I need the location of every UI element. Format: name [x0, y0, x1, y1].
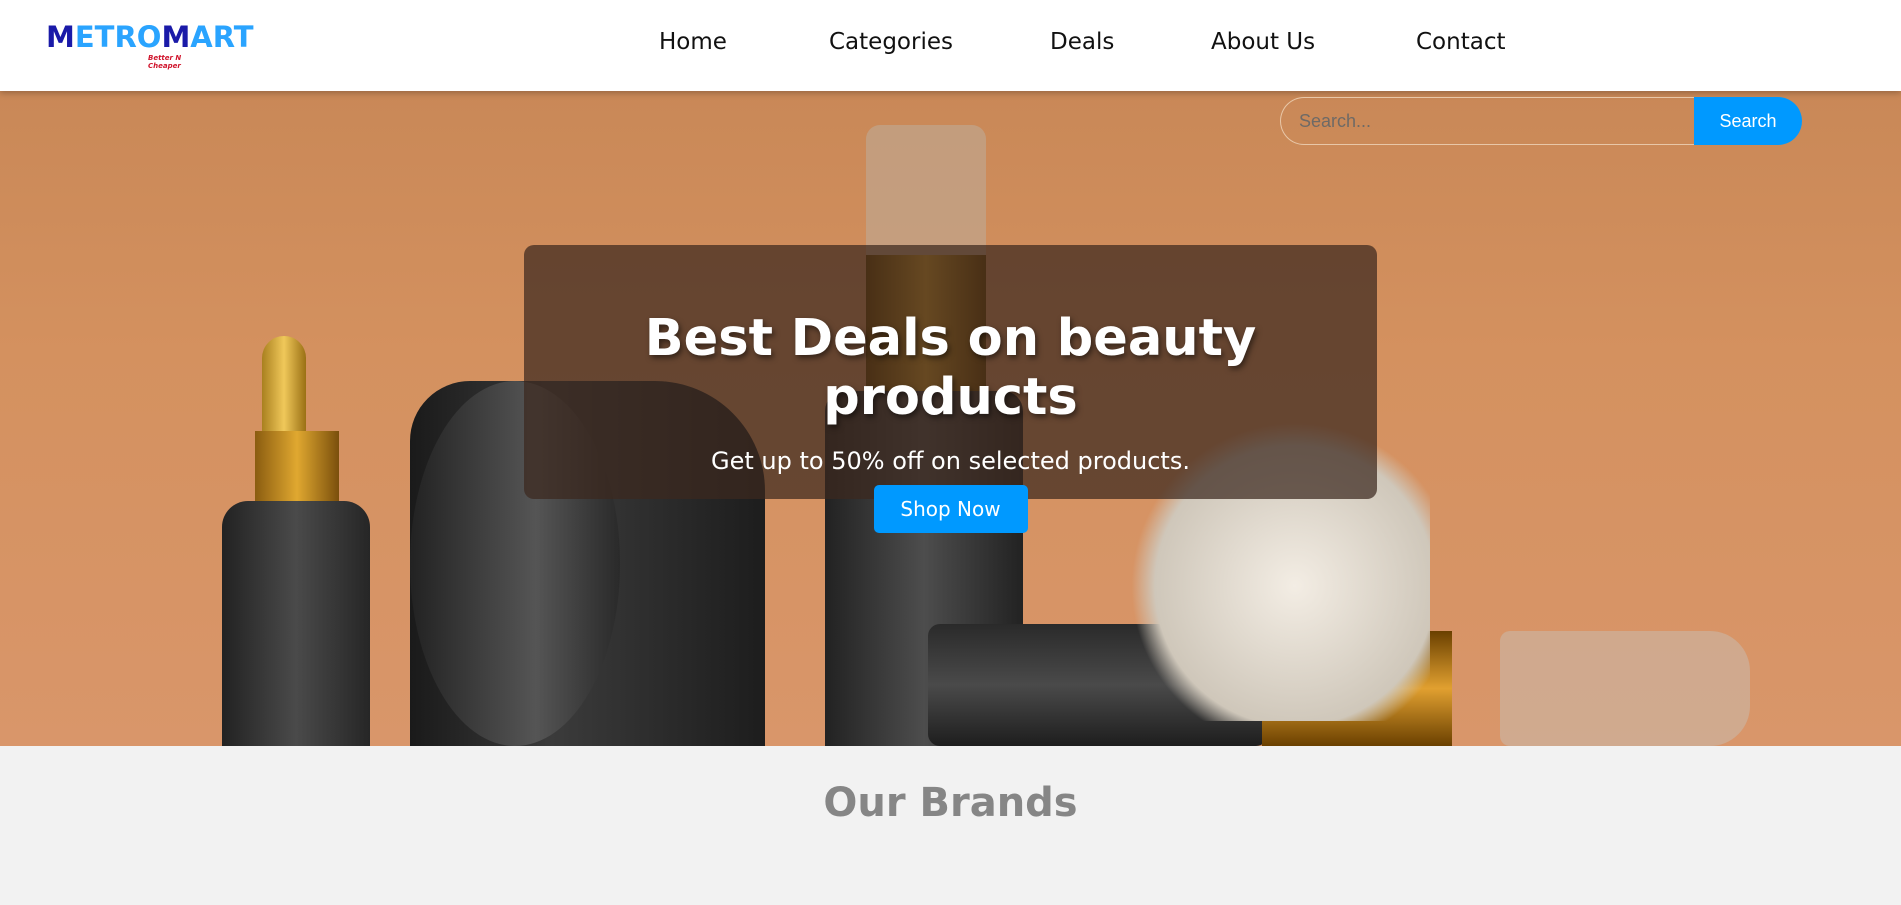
nav-home[interactable]: Home — [659, 29, 727, 55]
shop-now-button[interactable]: Shop Now — [873, 485, 1028, 533]
brands-heading: Our Brands — [823, 780, 1078, 826]
hero-overlay: Best Deals on beauty products Get up to … — [524, 245, 1377, 533]
site-header: METROMART Better N Cheaper Home Categori… — [0, 0, 1901, 91]
logo-text: METROMART — [46, 20, 254, 54]
logo-tagline: Better N Cheaper — [148, 54, 182, 70]
search-input[interactable] — [1280, 97, 1694, 145]
nav-contact[interactable]: Contact — [1416, 29, 1505, 55]
hero-title: Best Deals on beauty products — [644, 309, 1257, 427]
nav-deals[interactable]: Deals — [1050, 29, 1114, 55]
logo[interactable]: METROMART Better N Cheaper — [46, 20, 254, 70]
hero-subtitle: Get up to 50% off on selected products. — [711, 447, 1190, 475]
nav-categories[interactable]: Categories — [829, 29, 953, 55]
hero-banner: Best Deals on beauty products Get up to … — [0, 91, 1901, 746]
search-button[interactable]: Search — [1694, 97, 1802, 145]
nav-about-us[interactable]: About Us — [1211, 29, 1315, 55]
search-bar: Search — [1280, 97, 1802, 145]
